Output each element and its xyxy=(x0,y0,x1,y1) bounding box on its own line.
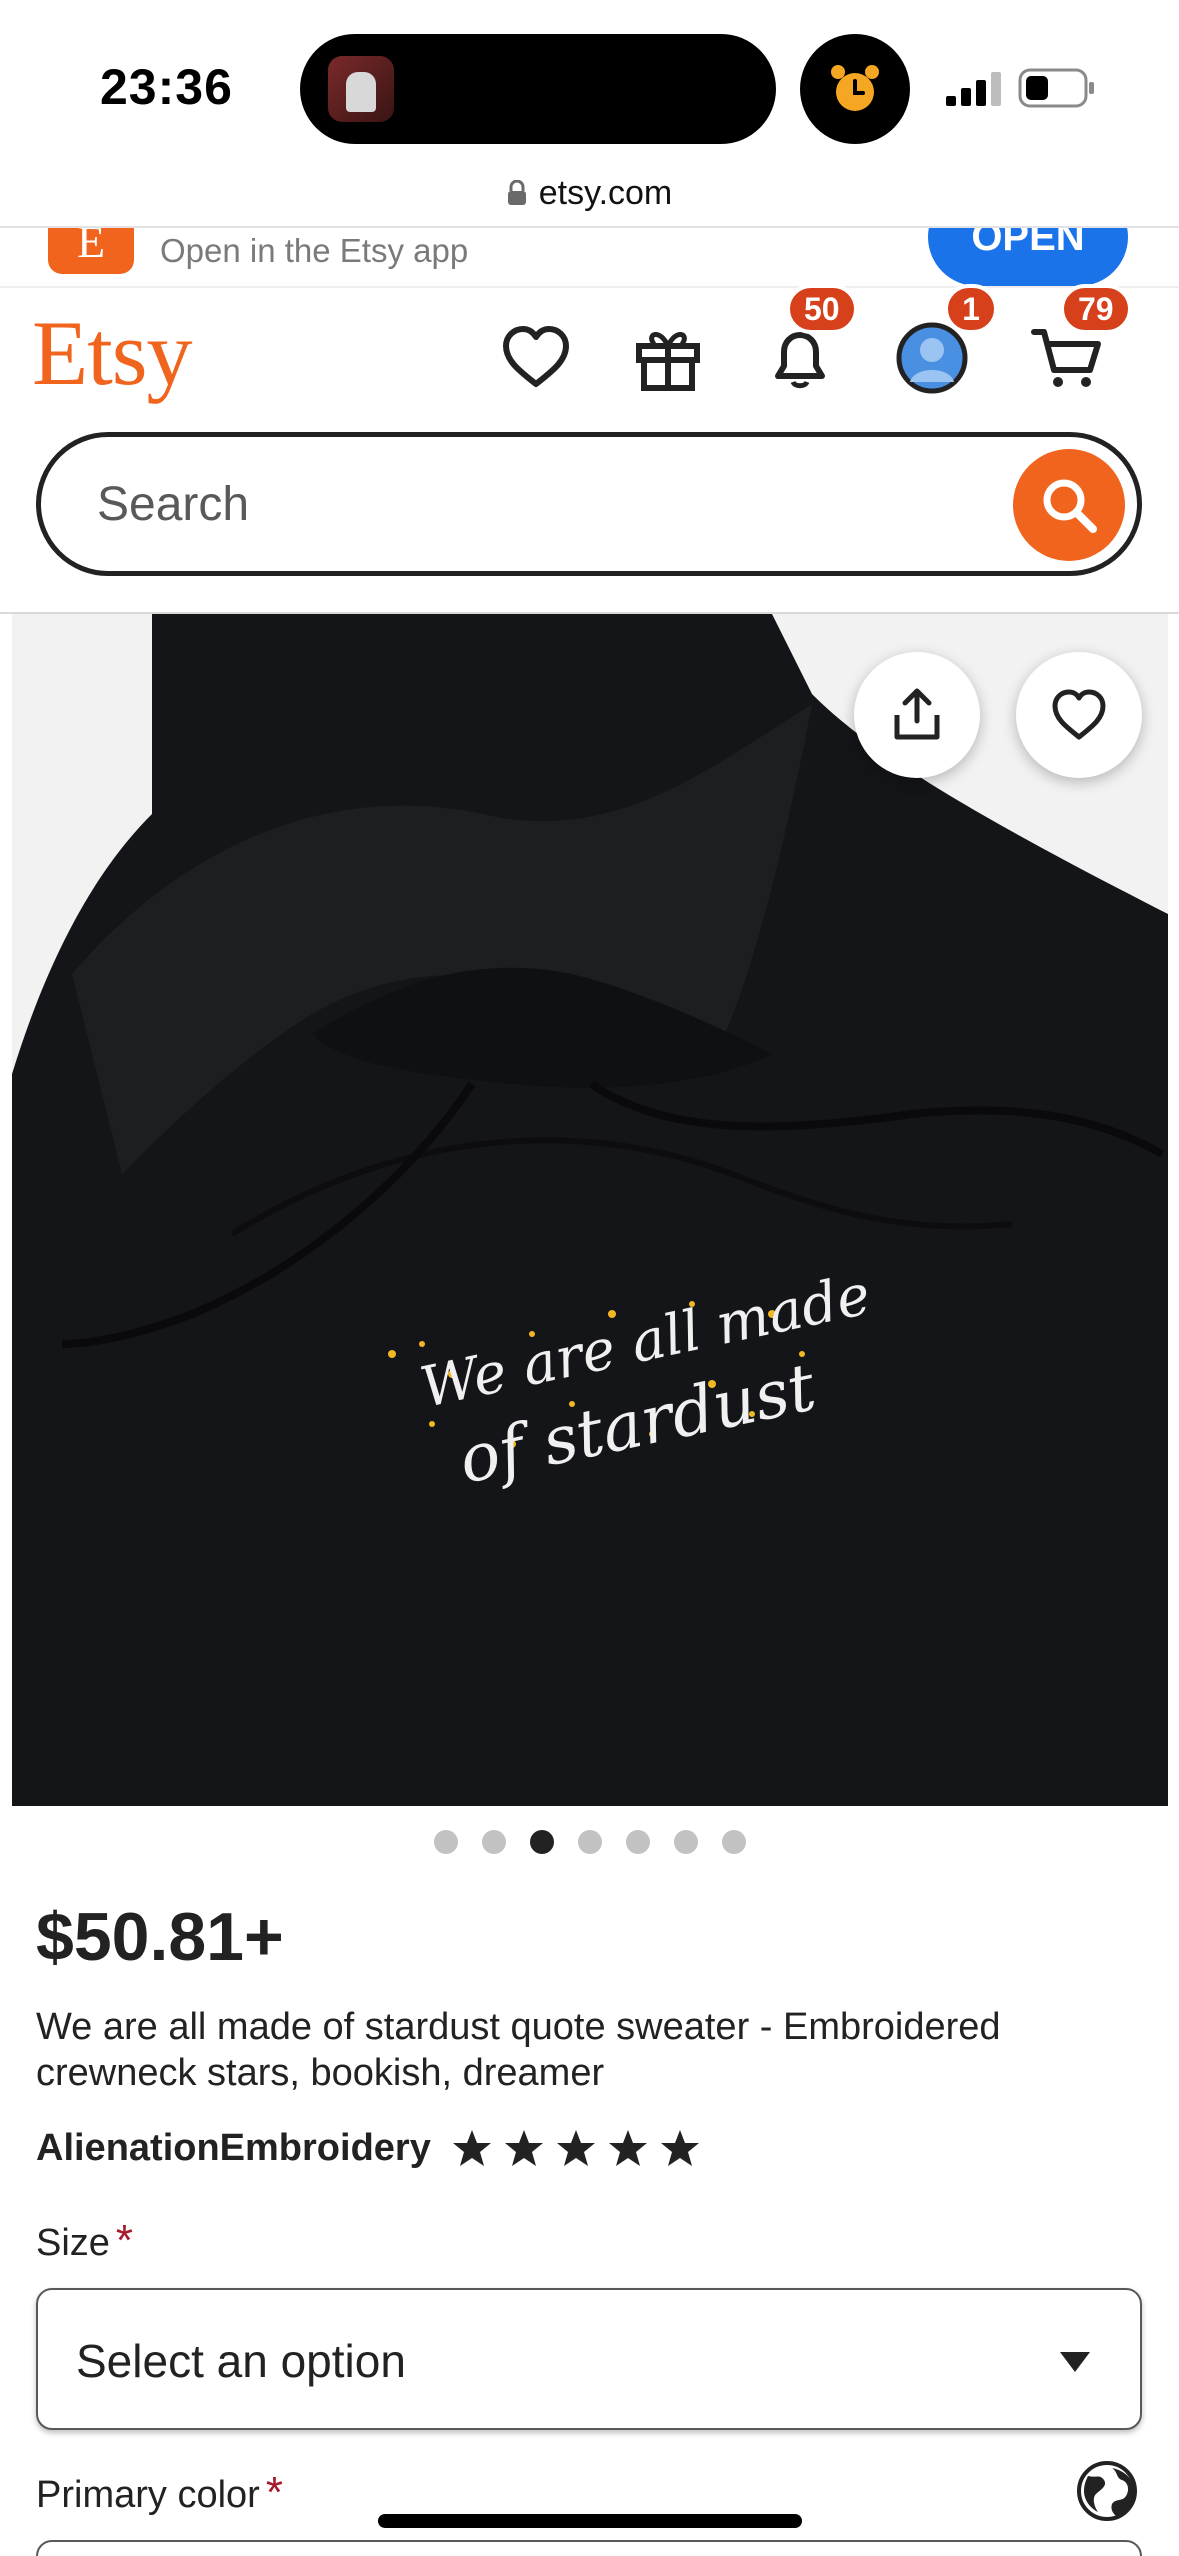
open-app-button[interactable]: OPEN xyxy=(928,228,1128,286)
account-button[interactable]: 1 xyxy=(894,284,998,396)
signal-icon xyxy=(946,72,1001,106)
listing-price: $50.81+ xyxy=(36,1899,284,1975)
globe-icon[interactable] xyxy=(1076,2460,1138,2522)
star-icon xyxy=(608,2130,647,2166)
etsy-logo[interactable]: Etsy xyxy=(32,300,193,406)
size-label: Size * xyxy=(36,2216,134,2265)
etsy-app-logo: E xyxy=(48,228,134,274)
shop-row: AlienationEmbroidery xyxy=(36,2122,701,2174)
site-header: Etsy 50 1 79 xyxy=(0,284,1179,420)
carousel-dots[interactable] xyxy=(0,1830,1179,1860)
listing-title: We are all made of stardust quote sweate… xyxy=(36,2006,1001,2094)
favorites-button[interactable] xyxy=(498,320,574,396)
required-mark: * xyxy=(115,2216,134,2265)
shop-name[interactable]: AlienationEmbroidery xyxy=(36,2127,431,2170)
carousel-dot[interactable] xyxy=(433,1830,458,1854)
search-icon xyxy=(1043,479,1097,533)
account-badge: 1 xyxy=(944,284,998,334)
share-button[interactable] xyxy=(854,652,980,778)
star-icon xyxy=(452,2130,491,2166)
cart-button[interactable]: 79 xyxy=(1030,284,1132,396)
caret-down-icon xyxy=(1060,2352,1090,2372)
gifts-button[interactable] xyxy=(630,320,706,396)
notifications-badge: 50 xyxy=(786,284,858,334)
now-playing-thumbnail xyxy=(328,56,394,122)
carousel-dot[interactable] xyxy=(721,1830,746,1854)
star-icon xyxy=(556,2130,595,2166)
search-button[interactable] xyxy=(1013,449,1125,561)
status-bar: 23:36 xyxy=(0,0,1179,160)
notifications-button[interactable]: 50 xyxy=(762,284,858,396)
app-banner[interactable]: E Open in the Etsy app OPEN xyxy=(0,228,1179,288)
battery-icon xyxy=(1018,68,1094,108)
carousel-dot[interactable] xyxy=(577,1830,602,1854)
size-select[interactable]: Select an option xyxy=(36,2288,1142,2430)
carousel-dot[interactable] xyxy=(625,1830,650,1854)
primary-color-label: Primary color * xyxy=(36,2468,283,2517)
rating-stars[interactable] xyxy=(451,2127,701,2169)
home-indicator xyxy=(378,2514,802,2528)
url-bar[interactable]: etsy.com xyxy=(0,158,1179,228)
favorite-button[interactable] xyxy=(1016,652,1142,778)
heart-icon xyxy=(503,326,569,387)
star-icon xyxy=(504,2130,543,2166)
carousel-dot[interactable] xyxy=(673,1830,698,1854)
gift-icon xyxy=(636,332,700,391)
alarm-bubble[interactable] xyxy=(800,34,910,144)
carousel-dot[interactable] xyxy=(481,1830,506,1854)
status-time: 23:36 xyxy=(100,59,233,115)
listing-image[interactable]: We are all made of stardust xyxy=(12,614,1168,1806)
search-bar xyxy=(36,432,1142,576)
cart-badge: 79 xyxy=(1060,284,1132,334)
required-mark: * xyxy=(265,2468,283,2517)
primary-color-select[interactable] xyxy=(36,2540,1142,2556)
app-banner-text: Open in the Etsy app xyxy=(160,232,469,269)
search-input[interactable] xyxy=(97,467,997,541)
hoodie-photo: We are all made of stardust xyxy=(12,614,1168,1806)
dynamic-island[interactable] xyxy=(300,34,776,144)
favorite-icon xyxy=(1052,689,1106,740)
alarm-icon xyxy=(831,65,879,111)
size-select-value: Select an option xyxy=(76,2335,406,2387)
carousel-dot[interactable] xyxy=(529,1830,554,1854)
share-icon xyxy=(894,688,940,740)
lock-icon xyxy=(507,180,526,205)
url-text: etsy.com xyxy=(538,173,673,212)
star-icon xyxy=(660,2130,699,2166)
